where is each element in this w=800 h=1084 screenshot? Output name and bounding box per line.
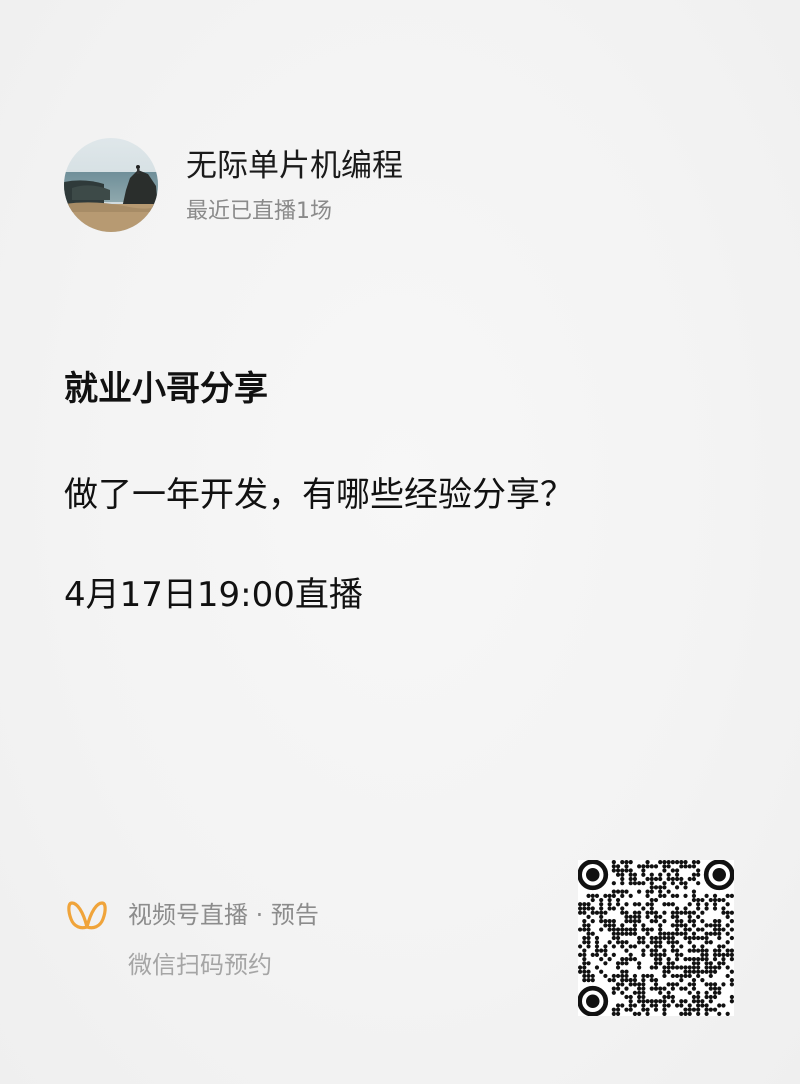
scan-to-reserve-label: 微信扫码预约 [128, 951, 272, 979]
qr-code-icon[interactable] [577, 859, 735, 1017]
channels-butterfly-icon [66, 897, 108, 935]
account-avatar[interactable] [64, 138, 158, 232]
account-name[interactable]: 无际单片机编程 [186, 146, 403, 186]
live-title: 就业小哥分享 [64, 369, 268, 409]
live-preview-card: 无际单片机编程 最近已直播1场 就业小哥分享 做了一年开发，有哪些经验分享？ 4… [0, 0, 800, 1084]
avatar-image [64, 138, 158, 232]
channels-live-brand: 视频号直播 · 预告 [128, 901, 319, 929]
live-count-label: 最近已直播1场 [186, 199, 332, 224]
live-description: 做了一年开发，有哪些经验分享？ [64, 475, 574, 515]
live-schedule: 4月17日19:00直播 [64, 575, 363, 615]
